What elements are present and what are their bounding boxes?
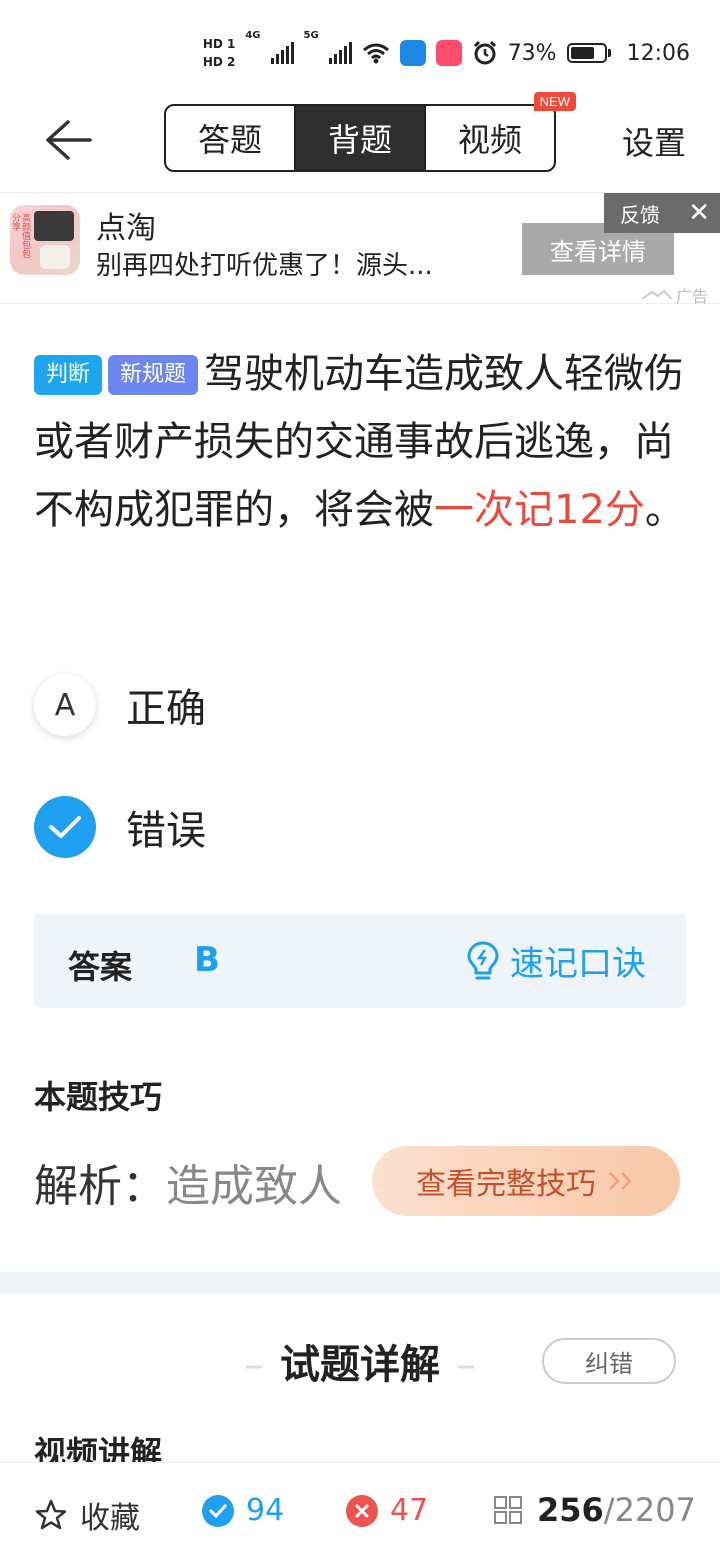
correct-count-button[interactable]: 94 xyxy=(202,1493,284,1528)
grid-icon xyxy=(493,1496,522,1524)
status-icons: HD 1 HD 2 4G 5G 73% 12:06 xyxy=(203,30,690,76)
new-rule-tag: 新规题 xyxy=(108,355,199,395)
question-highlight: 一次记12分 xyxy=(434,487,645,533)
question-progress-button[interactable]: 256/2207 xyxy=(493,1491,696,1529)
ad-title: 点淘 xyxy=(96,211,156,246)
status-bar: HD 1 HD 2 4G 5G 73% 12:06 xyxy=(0,0,720,100)
ad-feedback-label: 反馈 xyxy=(620,202,660,227)
question-text: 判断 新规题 驾驶机动车造成致人轻微伤或者财产损失的交通事故后逃逸，尚不构成犯罪的，… xyxy=(34,340,690,544)
network-5g-label: 5G xyxy=(303,30,319,41)
video-section-title: 视频讲解 xyxy=(34,1434,163,1464)
total-questions: /2207 xyxy=(603,1491,696,1529)
question-end: 。 xyxy=(644,487,685,533)
wrong-count-button[interactable]: 47 xyxy=(346,1493,428,1528)
notification-app-icon xyxy=(435,40,462,66)
detail-title-text: 试题详解 xyxy=(280,1342,440,1388)
battery-fill xyxy=(570,47,594,59)
ad-description: 别再四处打听优惠了！源头... xyxy=(96,251,433,281)
bottom-bar: 收藏 94 47 256/2207 xyxy=(0,1462,720,1560)
new-badge: NEW xyxy=(533,92,576,111)
back-arrow-icon[interactable] xyxy=(44,118,94,162)
double-chevron-right-icon xyxy=(609,1172,632,1190)
full-tips-button[interactable]: 查看完整技巧 xyxy=(372,1146,680,1216)
x-circle-icon xyxy=(346,1494,378,1527)
close-icon[interactable]: ✕ xyxy=(688,200,710,226)
option-a[interactable]: A 正确 xyxy=(34,674,206,736)
correct-count: 94 xyxy=(246,1493,285,1528)
wrong-count: 47 xyxy=(390,1493,429,1528)
full-tips-label: 查看完整技巧 xyxy=(416,1167,596,1202)
lightbulb-icon xyxy=(467,940,499,979)
check-circle-icon xyxy=(202,1494,234,1527)
top-nav: 答题 背题 视频 NEW 设置 xyxy=(0,92,720,190)
tab-label: 背题 xyxy=(327,121,392,159)
tab-answer[interactable]: 答题 xyxy=(166,106,294,170)
clock: 12:06 xyxy=(626,40,690,66)
answer-value: B xyxy=(194,940,220,980)
tab-label: 视频 xyxy=(457,121,522,159)
hd-indicator: HD 1 HD 2 xyxy=(203,35,236,71)
signal-icon xyxy=(270,42,294,64)
ad-banner[interactable]: 高颜值包包分享 点淘 别再四处打听优惠了！源头... 查看详情 反馈 ✕ 广告 xyxy=(0,192,720,307)
analysis-prefix: 解析： xyxy=(34,1161,166,1212)
tab-video[interactable]: 视频 NEW xyxy=(424,92,576,170)
tips-title: 本题技巧 xyxy=(34,1078,163,1116)
wifi-icon xyxy=(362,43,389,64)
ad-label-text: 广告 xyxy=(675,287,708,306)
analysis-preview: 解析：造成致人 xyxy=(34,1150,394,1214)
option-b[interactable]: 错误 xyxy=(34,796,206,858)
ad-logo-icon xyxy=(641,290,672,300)
tab-label: 答题 xyxy=(197,121,262,159)
signal-icon-2 xyxy=(328,42,352,64)
ad-feedback-button[interactable]: 反馈 ✕ xyxy=(604,193,720,233)
battery-icon xyxy=(566,43,611,63)
mode-tabs: 答题 背题 视频 NEW xyxy=(164,92,576,172)
hd2-label: HD 2 xyxy=(202,55,236,69)
alarm-icon xyxy=(473,40,496,65)
ad-thumbnail: 高颜值包包分享 xyxy=(10,205,80,275)
mnemonic-label: 速记口诀 xyxy=(510,944,646,984)
ad-label: 广告 xyxy=(641,283,708,307)
settings-button[interactable]: 设置 xyxy=(622,118,686,164)
favorite-button[interactable]: 收藏 xyxy=(34,1493,140,1537)
weather-app-icon xyxy=(399,40,426,66)
hd1-label: HD 1 xyxy=(202,37,236,51)
option-key: A xyxy=(34,674,96,736)
answer-box: 答案 B 速记口诀 xyxy=(34,914,686,1008)
ad-thumb-text: 高颜值包包分享 xyxy=(10,213,30,258)
mnemonic-button[interactable]: 速记口诀 xyxy=(466,936,646,985)
report-error-button[interactable]: 纠错 xyxy=(542,1338,676,1384)
analysis-text: 造成致人 xyxy=(166,1161,342,1212)
network-4g-label: 4G xyxy=(245,30,261,41)
section-divider xyxy=(0,1272,720,1294)
question-type-tag: 判断 xyxy=(34,355,103,395)
battery-percent: 73% xyxy=(507,40,557,66)
option-label: 错误 xyxy=(126,808,206,854)
tab-memorize[interactable]: 背题 xyxy=(294,106,424,170)
current-question: 256 xyxy=(536,1491,604,1529)
favorite-label: 收藏 xyxy=(80,1501,140,1536)
option-label: 正确 xyxy=(126,686,206,732)
answer-label: 答案 xyxy=(68,948,133,986)
star-icon xyxy=(35,1499,67,1530)
check-icon xyxy=(34,796,96,858)
